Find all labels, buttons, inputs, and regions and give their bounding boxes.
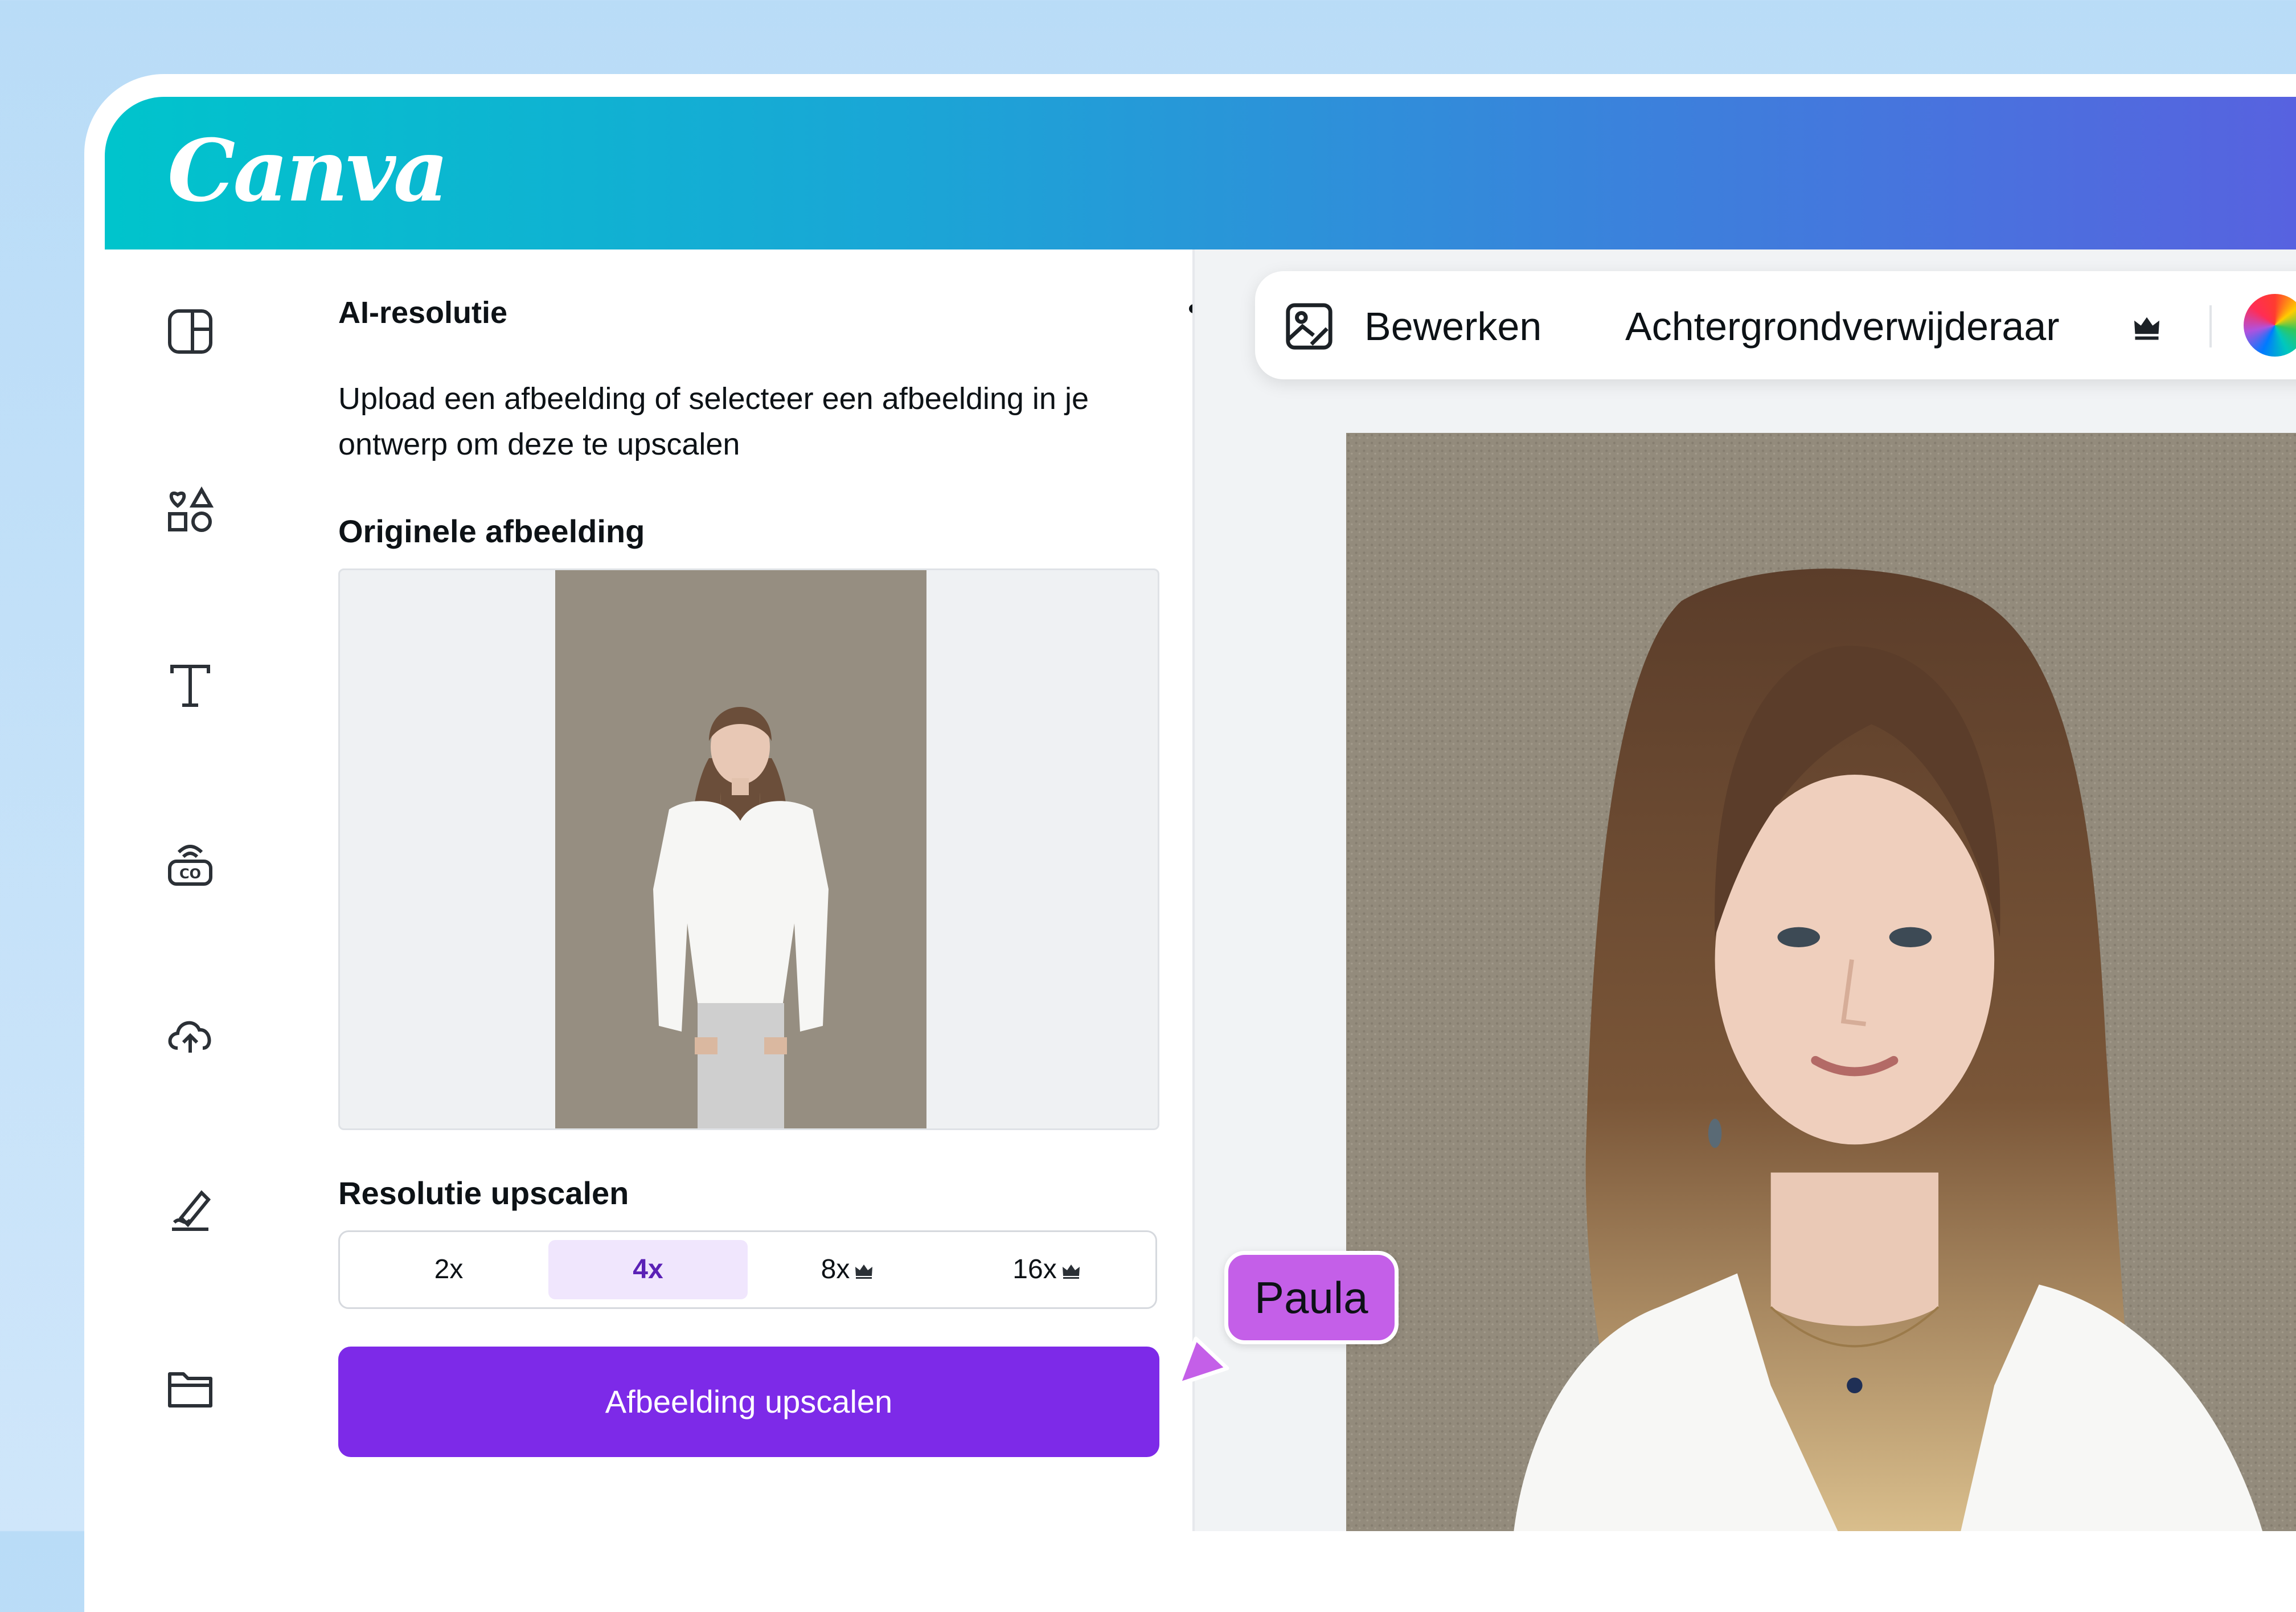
original-photo-thumbnail [555, 570, 926, 1128]
sidebar-rail: CO [105, 249, 241, 1531]
option-label: 8x [821, 1254, 850, 1284]
text-icon[interactable] [163, 657, 218, 712]
bg-remover-button[interactable]: Achtergrondverwijderaar [1625, 301, 2060, 352]
resolution-selector: 2x 4x 8x 16x [338, 1230, 1157, 1309]
layout-icon[interactable] [163, 304, 218, 359]
upload-cloud-icon[interactable] [163, 1007, 218, 1062]
collaborator-name-tag: Paula [1224, 1251, 1399, 1344]
ai-resolution-panel: AI-resolutie Upload een afbeelding of se… [241, 249, 1230, 1531]
color-picker-icon[interactable] [2244, 294, 2296, 357]
canva-logo[interactable]: Canva [167, 120, 449, 222]
crown-icon [1062, 1265, 1080, 1279]
upscale-image-button[interactable]: Afbeelding upscalen [338, 1347, 1159, 1457]
resolution-label: Resolutie upscalen [338, 1175, 629, 1211]
option-8x[interactable]: 8x [748, 1240, 947, 1299]
elements-icon[interactable] [163, 483, 218, 538]
panel-title: AI-resolutie [338, 296, 508, 330]
edit-button[interactable]: Bewerken [1364, 301, 1541, 352]
option-16x[interactable]: 16x [947, 1240, 1146, 1299]
cursor-pointer-icon [1176, 1336, 1229, 1386]
crown-icon [2134, 317, 2159, 340]
image-edit-icon [1286, 303, 1332, 350]
draw-icon[interactable] [163, 1181, 218, 1236]
header-bar: Canva [105, 97, 2296, 249]
option-4x[interactable]: 4x [548, 1240, 748, 1299]
folder-icon[interactable] [163, 1360, 218, 1415]
main-photo[interactable] [1346, 433, 2296, 1531]
toolbar-separator [2209, 305, 2212, 347]
svg-text:CO: CO [179, 866, 201, 882]
floating-toolbar: Bewerken Achtergrondverwijderaar [1255, 271, 2296, 379]
crown-icon [855, 1265, 873, 1279]
option-2x[interactable]: 2x [349, 1240, 548, 1299]
option-label: 4x [633, 1254, 663, 1284]
option-label: 2x [434, 1254, 464, 1284]
original-image-preview[interactable] [338, 568, 1159, 1130]
brand-icon[interactable]: CO [163, 836, 218, 891]
original-image-label: Originele afbeelding [338, 513, 645, 549]
option-label: 16x [1012, 1254, 1057, 1284]
panel-description: Upload een afbeelding of selecteer een a… [338, 382, 1089, 461]
